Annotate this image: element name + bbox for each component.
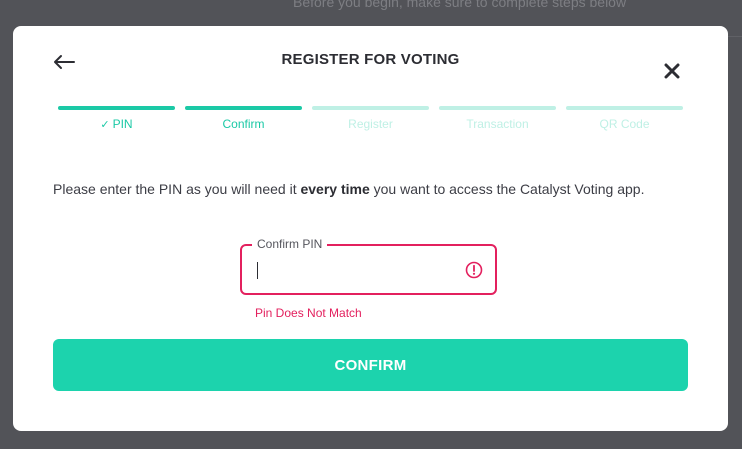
alert-circle-icon (465, 261, 483, 279)
confirm-button[interactable]: CONFIRM (53, 339, 688, 391)
step-bar (439, 106, 556, 110)
close-button[interactable] (659, 58, 685, 84)
background-hint-text: Before you begin, make sure to complete … (293, 0, 627, 10)
step-bar (312, 106, 429, 110)
step-transaction: Transaction (439, 106, 556, 131)
step-label: Register (348, 117, 393, 131)
instructions-emphasis: every time (300, 181, 370, 197)
confirm-pin-label: Confirm PIN (252, 237, 328, 251)
step-confirm: Confirm (185, 106, 302, 131)
step-pin: ✓ PIN (58, 106, 175, 131)
pin-error-message: Pin Does Not Match (255, 306, 362, 320)
checkmark-icon: ✓ (100, 119, 110, 131)
step-qr-code: QR Code (566, 106, 683, 131)
progress-steps: ✓ PIN Confirm Register Transaction QR Cod… (58, 106, 683, 131)
close-icon (664, 63, 680, 79)
step-register: Register (312, 106, 429, 131)
step-label: Confirm (222, 117, 265, 131)
step-bar (185, 106, 302, 110)
step-label: ✓ PIN (100, 117, 133, 131)
register-voting-modal: REGISTER FOR VOTING ✓ PIN Confirm Registe… (13, 26, 728, 431)
step-bar (566, 106, 683, 110)
modal-title: REGISTER FOR VOTING (281, 51, 460, 68)
confirm-pin-input[interactable]: Confirm PIN (240, 237, 497, 295)
step-label: Transaction (466, 117, 529, 131)
text-caret (257, 262, 258, 279)
step-label: QR Code (599, 117, 650, 131)
step-bar (58, 106, 175, 110)
instructions-text: Please enter the PIN as you will need it… (53, 181, 645, 197)
